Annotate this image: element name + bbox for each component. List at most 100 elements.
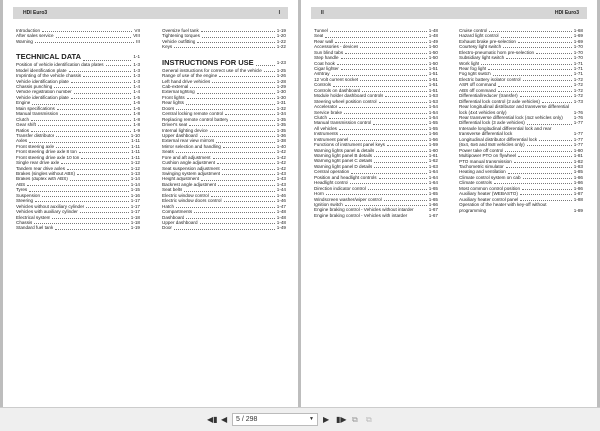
toc-entry-title: Rear longitudinal distributor and transv… [459, 104, 569, 115]
toc-entry-page: 1-23 [276, 59, 286, 65]
page-display: 5 / 298 [236, 416, 258, 423]
dot-leader [513, 161, 572, 163]
dot-leader [31, 130, 132, 132]
dot-leader [70, 98, 132, 100]
dot-leader [339, 107, 427, 109]
toc-section-heading[interactable]: TECHNICAL DATA 1-1 [16, 52, 140, 62]
dot-leader [86, 206, 129, 208]
dot-leader [506, 58, 572, 60]
toc-entry-title: Operation of the heater with key-off wit… [459, 202, 547, 213]
dot-leader [69, 179, 129, 181]
dot-leader [493, 183, 572, 185]
dot-leader [221, 168, 275, 170]
dot-leader [184, 190, 275, 192]
dot-leader [350, 139, 427, 141]
toc-entry[interactable]: Operation of the heater with key-off wit… [459, 202, 583, 213]
dot-leader [378, 101, 427, 103]
dot-leader [105, 65, 132, 67]
dot-leader [32, 103, 132, 105]
dot-leader [344, 205, 427, 207]
toc-column: Introduction VII After sales service VIII Wa… [16, 28, 140, 231]
dot-leader [481, 63, 572, 65]
dot-leader [190, 87, 275, 89]
dot-leader [176, 206, 275, 208]
dot-leader [498, 85, 572, 87]
dot-leader [42, 195, 129, 197]
dot-leader [56, 147, 130, 149]
dot-leader [31, 119, 132, 121]
dot-leader [197, 42, 275, 44]
dot-leader [329, 118, 427, 120]
dot-leader [76, 174, 129, 176]
toc-entry-page: 1-67 [428, 212, 438, 218]
dot-leader [367, 188, 427, 190]
first-page-icon[interactable]: ◀▮ [207, 415, 218, 424]
dot-leader [333, 85, 427, 87]
toc-section-heading[interactable]: INSTRUCTIONS FOR USE 1-23 [162, 58, 286, 68]
header-page-number: I [278, 10, 280, 16]
toc-entry[interactable]: Interaxle longitudinal differential lock… [459, 126, 583, 137]
toc-entry[interactable]: Rear transverse differential lock (4x2 v… [459, 115, 583, 120]
dot-leader [185, 103, 275, 105]
dot-leader [189, 125, 275, 127]
dot-leader [360, 80, 427, 82]
dot-leader [336, 63, 427, 65]
toc-entry-page: 1-22 [276, 44, 286, 50]
dot-leader [360, 47, 427, 49]
dot-leader [518, 156, 572, 158]
dot-leader [55, 36, 132, 38]
dot-leader [60, 114, 132, 116]
dot-leader [522, 178, 572, 180]
dot-leader [186, 98, 275, 100]
last-page-icon[interactable]: ▮▶ [336, 415, 347, 424]
dot-leader [497, 90, 572, 92]
dot-leader [27, 185, 129, 187]
dot-leader [386, 145, 427, 147]
dot-leader [37, 125, 132, 127]
toc-entry-page: III [136, 38, 140, 44]
dot-leader [54, 87, 132, 89]
dot-leader [173, 228, 275, 230]
dot-leader [383, 199, 427, 201]
toc-entry-title: Warning [16, 38, 33, 44]
dot-leader [325, 194, 427, 196]
dot-leader [199, 136, 275, 138]
toc-entry[interactable]: Standard fuel tank 1-19 [16, 225, 140, 230]
page-selector[interactable]: 5 / 298 ▼ [232, 413, 318, 426]
toc-entry[interactable]: Door 1-49 [162, 225, 286, 230]
dot-leader [78, 152, 130, 154]
toc-entry[interactable]: Rear longitudinal distributor and transv… [459, 104, 583, 115]
dot-leader [217, 163, 275, 165]
toc-entry-title: TECHNICAL DATA [16, 52, 81, 62]
chevron-down-icon: ▼ [309, 416, 314, 422]
dot-leader [378, 177, 427, 179]
dot-leader [325, 36, 427, 38]
dot-leader [175, 152, 275, 154]
dot-leader [52, 217, 129, 219]
dot-leader [520, 199, 572, 201]
dot-leader [199, 223, 275, 225]
dot-leader [350, 183, 427, 185]
prev-page-icon[interactable]: ◀ [221, 415, 227, 424]
header-title: HDI Euro3 [23, 10, 48, 16]
next-page-icon[interactable]: ▶ [323, 415, 329, 424]
dot-leader [174, 47, 275, 49]
single-page-view-icon[interactable]: ⧉ [352, 415, 358, 425]
dot-leader [61, 163, 129, 165]
toc-entry-page: 1-49 [276, 225, 286, 231]
dot-leader [222, 174, 275, 176]
dot-leader [345, 52, 427, 54]
dot-leader [536, 52, 572, 54]
dot-leader [519, 96, 572, 98]
two-page-view-icon[interactable]: ⧉ [366, 415, 372, 425]
toc-entry[interactable]: Engine braking control - Vehicles with i… [314, 213, 438, 218]
dot-leader [539, 139, 572, 141]
dot-leader [35, 201, 129, 203]
dot-leader [519, 194, 572, 196]
dot-leader [505, 167, 572, 169]
dot-leader [218, 185, 275, 187]
dot-leader [194, 212, 275, 214]
dot-leader [34, 223, 129, 225]
dot-leader [68, 70, 132, 72]
dot-leader [329, 31, 427, 33]
